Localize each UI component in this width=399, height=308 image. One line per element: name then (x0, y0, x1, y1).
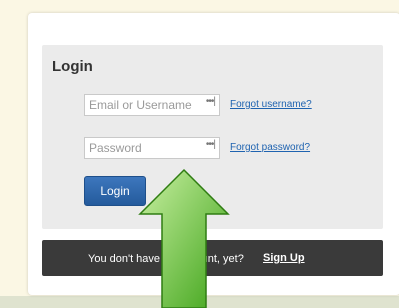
password-manager-icon[interactable]: •••| (206, 135, 216, 155)
green-up-arrow-icon (138, 168, 230, 308)
login-title: Login (52, 58, 93, 75)
login-button[interactable]: Login (84, 176, 146, 206)
username-field[interactable]: Email or Username •••| (84, 94, 220, 116)
forgot-username-link[interactable]: Forgot username? (230, 99, 312, 110)
password-placeholder: Password (89, 141, 142, 155)
password-field[interactable]: Password •••| (84, 137, 220, 159)
arrow-shape (138, 168, 230, 308)
password-manager-icon[interactable]: •••| (206, 92, 216, 112)
forgot-password-link[interactable]: Forgot password? (230, 142, 310, 153)
signup-link[interactable]: Sign Up (263, 252, 305, 264)
username-placeholder: Email or Username (89, 98, 192, 112)
